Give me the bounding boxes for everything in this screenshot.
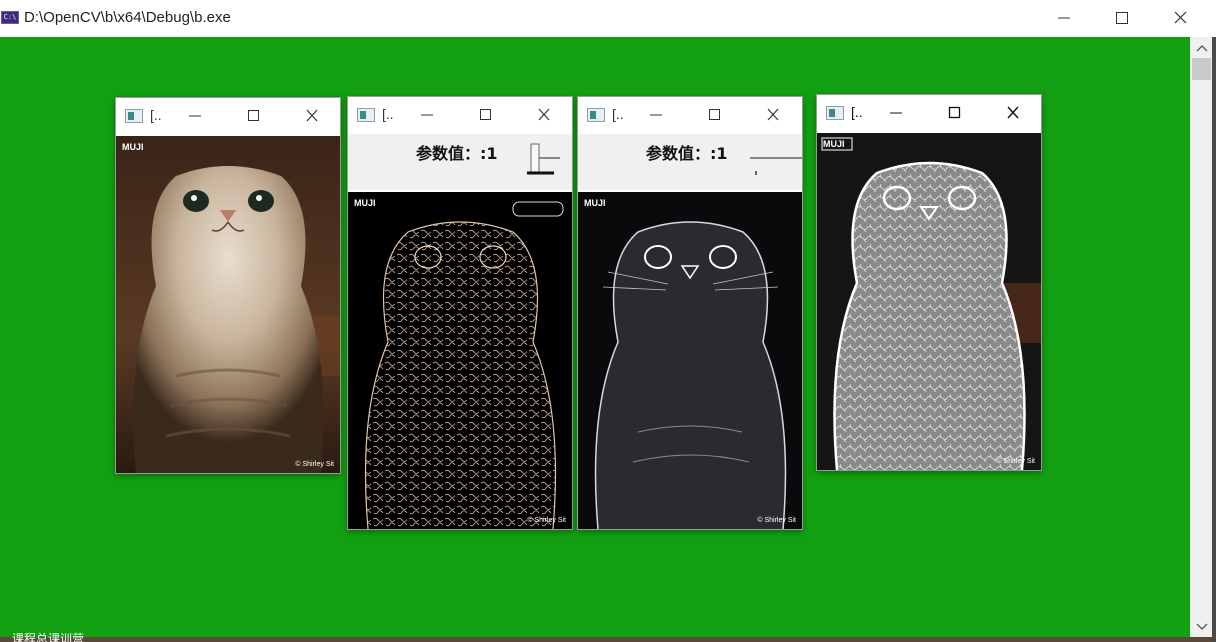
window-titlebar: [.. bbox=[817, 95, 1041, 131]
maximize-icon bbox=[709, 109, 720, 120]
trackbar[interactable] bbox=[524, 140, 564, 180]
close-button[interactable] bbox=[764, 107, 782, 123]
minimize-button[interactable] bbox=[186, 108, 204, 124]
maximize-button[interactable] bbox=[476, 107, 494, 123]
minimize-button[interactable] bbox=[418, 107, 436, 123]
maximize-icon bbox=[480, 109, 491, 120]
minimize-button[interactable] bbox=[887, 105, 905, 121]
watermark-logo: MUJI bbox=[823, 139, 845, 149]
minimize-icon bbox=[650, 114, 662, 116]
edge-image: MUJI © Shirley Sit bbox=[348, 192, 572, 529]
trackbar[interactable] bbox=[748, 140, 803, 180]
window-title: [.. bbox=[612, 106, 624, 122]
console-icon: C:\ bbox=[1, 11, 19, 24]
image-window-original[interactable]: [.. MUJI © Shirley Sit bbox=[115, 97, 341, 474]
background-strip bbox=[0, 637, 1212, 642]
window-title: [.. bbox=[150, 107, 162, 123]
background-window-edge bbox=[1212, 37, 1216, 642]
minimize-button[interactable] bbox=[1053, 8, 1075, 28]
minimize-icon bbox=[189, 115, 201, 117]
watermark-logo: MUJI bbox=[584, 198, 606, 208]
background-text: 课程总课训营 bbox=[12, 632, 85, 642]
gradient-image: MUJI © Shirley Sit bbox=[578, 192, 802, 529]
maximize-icon bbox=[1116, 12, 1128, 24]
close-button[interactable] bbox=[1170, 8, 1192, 28]
maximize-button[interactable] bbox=[244, 108, 262, 124]
trackbar-panel: 参数值：:1 bbox=[578, 134, 802, 190]
main-titlebar: C:\ D:\OpenCV\b\x64\Debug\b.exe bbox=[0, 0, 1216, 37]
param-label: 参数值：:1 bbox=[416, 144, 498, 163]
cat-image: MUJI © Shirley Sit bbox=[116, 136, 340, 473]
main-window-title: D:\OpenCV\b\x64\Debug\b.exe bbox=[24, 9, 231, 26]
close-button[interactable] bbox=[303, 108, 321, 124]
close-icon bbox=[1174, 11, 1187, 24]
window-titlebar: [.. bbox=[578, 97, 802, 133]
window-icon bbox=[357, 108, 375, 122]
minimize-icon bbox=[890, 112, 902, 114]
param-label: 参数值：:1 bbox=[646, 144, 728, 163]
window-titlebar: [.. bbox=[116, 98, 340, 134]
close-button[interactable] bbox=[1004, 105, 1022, 121]
watermark-credit: © Shirley Sit bbox=[757, 517, 796, 524]
close-icon bbox=[538, 108, 550, 121]
maximize-icon bbox=[248, 110, 259, 121]
maximize-button[interactable] bbox=[945, 105, 963, 121]
image-window-laplacian[interactable]: [.. MUJI © Shirley Sit bbox=[816, 94, 1042, 471]
trackbar-panel: 参数值：:1 bbox=[348, 134, 572, 190]
window-icon bbox=[826, 106, 844, 120]
window-icon bbox=[125, 109, 143, 123]
close-icon bbox=[1007, 106, 1019, 119]
vertical-scrollbar[interactable] bbox=[1190, 37, 1212, 637]
watermark-credit: © Shirley Sit bbox=[295, 461, 334, 468]
maximize-button[interactable] bbox=[1111, 8, 1133, 28]
minimize-button[interactable] bbox=[647, 107, 665, 123]
close-icon bbox=[306, 109, 318, 122]
image-window-gradient[interactable]: [.. 参数值：:1 MUJI © Shirley Sit bbox=[577, 96, 803, 530]
window-titlebar: [.. bbox=[348, 97, 572, 133]
window-title: [.. bbox=[851, 104, 863, 120]
watermark-logo: MUJI bbox=[354, 198, 376, 208]
maximize-button[interactable] bbox=[705, 107, 723, 123]
window-title: [.. bbox=[382, 106, 394, 122]
image-window-edges[interactable]: [.. 参数值：:1 MUJI © Shirley Sit bbox=[347, 96, 573, 530]
close-icon bbox=[767, 108, 779, 121]
window-icon bbox=[587, 108, 605, 122]
close-button[interactable] bbox=[535, 107, 553, 123]
watermark-logo: MUJI bbox=[122, 142, 144, 152]
minimize-icon bbox=[421, 114, 433, 116]
scrollbar-thumb[interactable] bbox=[1192, 58, 1211, 80]
laplacian-image: MUJI © Shirley Sit bbox=[817, 133, 1041, 470]
watermark-credit: © Shirley Sit bbox=[527, 517, 566, 524]
scroll-up-icon[interactable] bbox=[1194, 40, 1210, 54]
scroll-down-icon[interactable] bbox=[1194, 619, 1210, 633]
maximize-icon bbox=[948, 106, 961, 119]
watermark-credit: © Shirley Sit bbox=[996, 458, 1035, 465]
minimize-icon bbox=[1058, 17, 1070, 19]
